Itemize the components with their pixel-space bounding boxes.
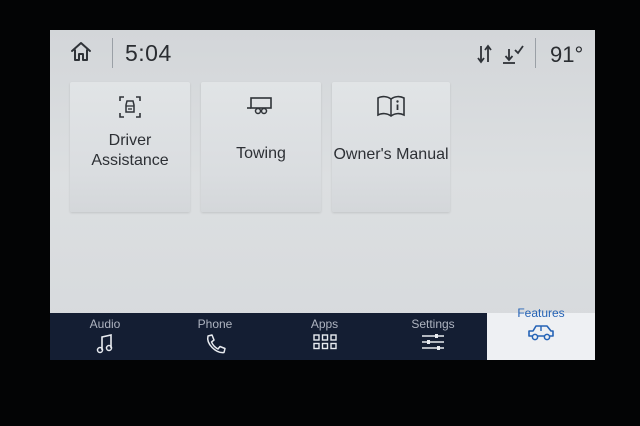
nav-tab-phone[interactable]: Phone bbox=[160, 313, 271, 360]
phone-icon bbox=[207, 334, 226, 354]
tile-label: Assistance bbox=[91, 152, 169, 169]
trailer-icon bbox=[247, 97, 272, 115]
nav-label: Audio bbox=[89, 317, 121, 331]
home-icon bbox=[71, 42, 91, 61]
bottom-nav: Audio Phone Apps Settings Features bbox=[50, 306, 595, 360]
clock: 5:04 bbox=[125, 40, 172, 66]
driver-assistance-tile[interactable]: Driver Assistance bbox=[70, 82, 190, 212]
tile-label: Towing bbox=[236, 145, 286, 162]
nav-tab-features[interactable]: Features bbox=[487, 306, 595, 360]
owners-manual-tile[interactable]: Owner's Manual bbox=[332, 82, 450, 212]
truck-icon bbox=[528, 325, 554, 341]
tile-label: Driver bbox=[108, 132, 152, 149]
music-note-icon bbox=[96, 334, 113, 354]
towing-tile[interactable]: Towing bbox=[201, 82, 321, 212]
sliders-icon bbox=[422, 334, 444, 350]
driver-assist-icon bbox=[119, 96, 141, 118]
infotainment-screen: 5:04 91° Driver Assistance Towing Owner'… bbox=[50, 30, 595, 360]
home-button[interactable] bbox=[68, 39, 94, 65]
status-divider bbox=[535, 38, 536, 68]
nav-label: Features bbox=[517, 306, 565, 320]
tile-label: Owner's Manual bbox=[333, 146, 449, 163]
nav-tab-apps[interactable]: Apps bbox=[270, 313, 380, 360]
outside-temperature: 91° bbox=[550, 42, 584, 67]
nav-tab-settings[interactable]: Settings bbox=[379, 313, 488, 360]
nav-label: Apps bbox=[310, 317, 339, 331]
nav-label: Settings bbox=[411, 317, 455, 331]
download-check-icon[interactable] bbox=[501, 44, 525, 66]
status-bar: 5:04 91° bbox=[50, 30, 595, 76]
book-info-icon bbox=[377, 95, 405, 117]
nav-tab-audio[interactable]: Audio bbox=[50, 313, 161, 360]
nav-label: Phone bbox=[197, 317, 233, 331]
status-divider bbox=[112, 38, 113, 68]
sync-arrows-icon[interactable] bbox=[476, 43, 494, 65]
grid-icon bbox=[312, 334, 337, 350]
